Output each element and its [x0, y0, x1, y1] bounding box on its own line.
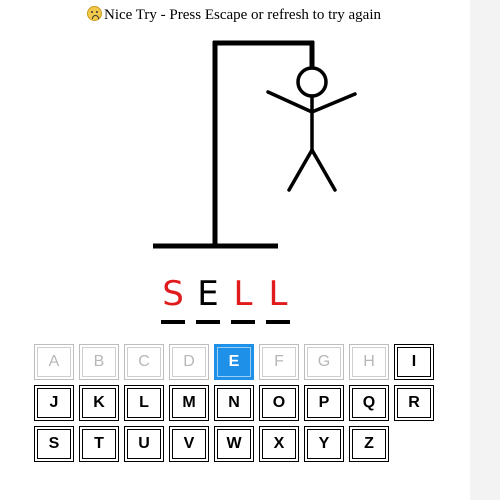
- hangman-drawing: [153, 40, 357, 249]
- key-x[interactable]: X: [259, 426, 299, 462]
- letter-underline: [161, 320, 185, 324]
- letter: L: [233, 274, 253, 314]
- key-s[interactable]: S: [34, 426, 74, 462]
- key-f[interactable]: F: [259, 344, 299, 380]
- stickman-right-arm: [310, 92, 357, 114]
- key-q[interactable]: Q: [349, 385, 389, 421]
- letter-underline: [231, 320, 255, 324]
- key-b[interactable]: B: [79, 344, 119, 380]
- letter: L: [268, 274, 288, 314]
- stickman-left-leg: [287, 148, 314, 192]
- key-e[interactable]: E: [214, 344, 254, 380]
- key-a[interactable]: A: [34, 344, 74, 380]
- letter-underline: [196, 320, 220, 324]
- letter-slot: S: [160, 276, 186, 324]
- key-m[interactable]: M: [169, 385, 209, 421]
- stickman-head: [296, 66, 328, 98]
- letter-keyboard: ABCDEFGHI JKLMNOPQR STUVWXYZ: [34, 344, 434, 462]
- letter-underline: [266, 320, 290, 324]
- letter-slot: L: [230, 276, 256, 324]
- key-y[interactable]: Y: [304, 426, 344, 462]
- key-r[interactable]: R: [394, 385, 434, 421]
- key-t[interactable]: T: [79, 426, 119, 462]
- key-g[interactable]: G: [304, 344, 344, 380]
- key-z[interactable]: Z: [349, 426, 389, 462]
- letter: E: [197, 274, 219, 314]
- hidden-word: S E L L: [160, 276, 291, 324]
- stickman-right-leg: [310, 148, 337, 192]
- key-j[interactable]: J: [34, 385, 74, 421]
- key-o[interactable]: O: [259, 385, 299, 421]
- key-h[interactable]: H: [349, 344, 389, 380]
- key-n[interactable]: N: [214, 385, 254, 421]
- key-k[interactable]: K: [79, 385, 119, 421]
- key-w[interactable]: W: [214, 426, 254, 462]
- page-right-edge: [470, 0, 500, 500]
- key-l[interactable]: L: [124, 385, 164, 421]
- letter-slot: L: [265, 276, 291, 324]
- key-p[interactable]: P: [304, 385, 344, 421]
- letter: S: [162, 274, 184, 314]
- key-c[interactable]: C: [124, 344, 164, 380]
- letter-slot: E: [195, 276, 221, 324]
- key-i[interactable]: I: [394, 344, 434, 380]
- key-v[interactable]: V: [169, 426, 209, 462]
- key-d[interactable]: D: [169, 344, 209, 380]
- key-u[interactable]: U: [124, 426, 164, 462]
